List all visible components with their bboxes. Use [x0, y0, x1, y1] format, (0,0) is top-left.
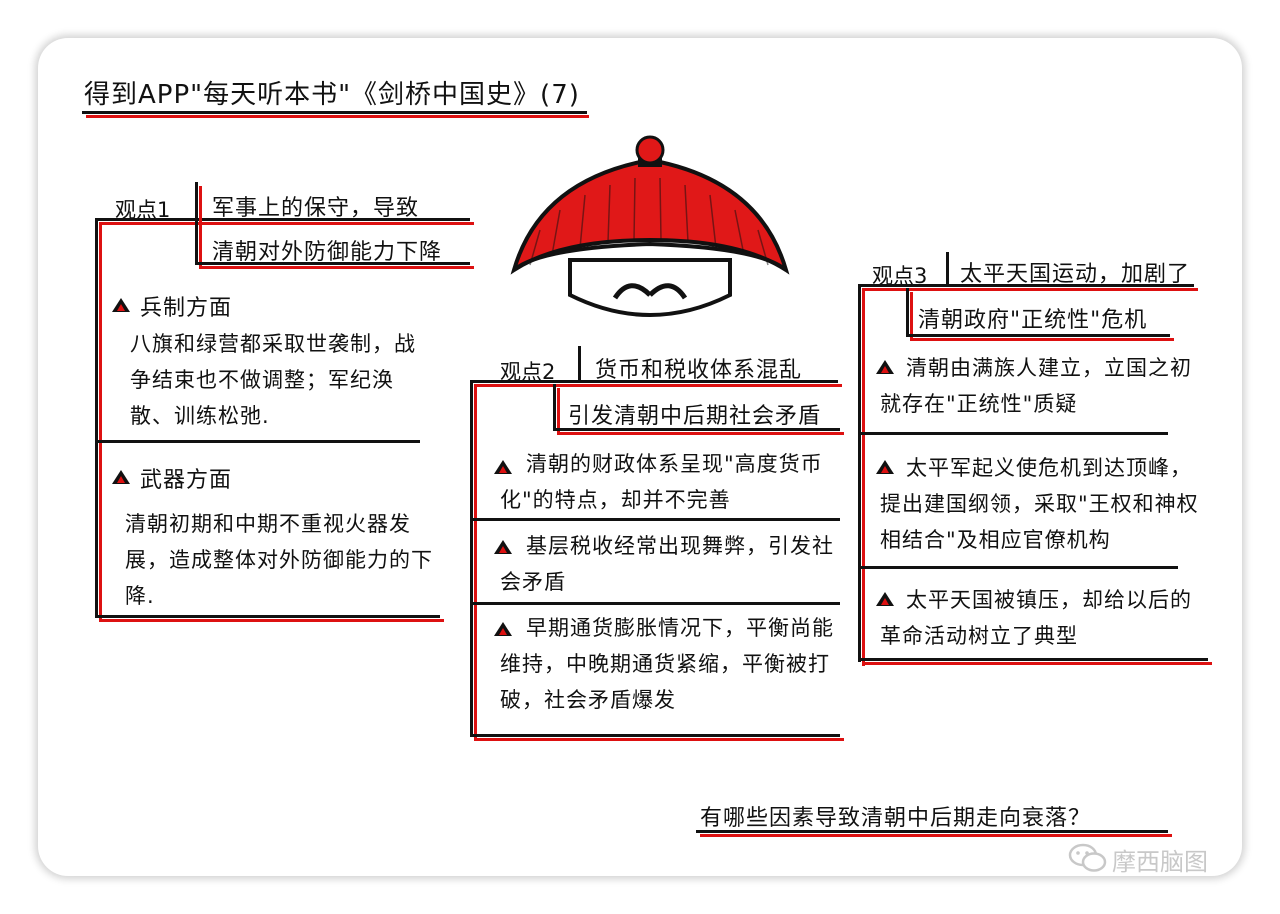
view1-item2-text: 清朝初期和中期不重视火器发展，造成整体对外防御能力的下降. — [125, 512, 433, 608]
page-title: 得到APP"每天听本书"《剑桥中国史》(7) — [84, 80, 580, 110]
view3-item1-text: 清朝由满族人建立，立国之初就存在"正统性"质疑 — [880, 356, 1192, 416]
view2-label-line — [470, 380, 838, 383]
watermark: 摩西脑图 — [1112, 848, 1208, 876]
view3-label-line — [858, 284, 1194, 287]
view1-heading-divider — [195, 182, 198, 264]
view2-heading-line2: 引发清朝中后期社会矛盾 — [568, 404, 822, 429]
view1-heading-line-red — [199, 266, 474, 269]
view3-label-divider — [946, 252, 949, 286]
view2-item3-text: 早期通货膨胀情况下，平衡尚能维持，中晚期通货紧缩，平衡被打破，社会矛盾爆发 — [500, 616, 834, 712]
view3-divider2 — [858, 566, 1178, 569]
view2-heading-line — [553, 428, 840, 431]
view2-heading-divider — [553, 384, 556, 430]
view2-heading-line-red — [557, 432, 844, 435]
view1-item1-title: 兵制方面 — [140, 296, 233, 321]
view3-frame-left — [858, 284, 861, 662]
view2-item2-text: 基层税收经常出现舞弊，引发社会矛盾 — [500, 534, 834, 594]
view1-frame-left-red — [99, 222, 102, 622]
view3-frame-bottom — [858, 658, 1208, 661]
triangle-bullet-icon — [112, 470, 130, 484]
view1-divider — [95, 440, 420, 443]
footer-underline-red — [700, 834, 1172, 837]
view1-label-line — [95, 218, 470, 221]
title-underline — [82, 111, 587, 114]
view3-item2-text: 太平军起义使危机到达顶峰，提出建国纲领，采取"王权和神权相结合"及相应官僚机构 — [880, 456, 1199, 552]
title-underline-red — [86, 115, 589, 118]
view1-label-line-red — [99, 222, 474, 225]
view3-heading-line-red — [910, 338, 1174, 341]
view2-frame-bottom — [470, 734, 840, 737]
view3-divider1 — [858, 432, 1168, 435]
view2-item1-text: 清朝的财政体系呈现"高度货币化"的特点，却并不完善 — [500, 452, 823, 512]
view1-frame-bottom-red — [99, 619, 444, 622]
view3-label-line-red — [862, 288, 1198, 291]
view2-label-line-red — [474, 384, 842, 387]
view2-label-divider — [578, 346, 581, 382]
view3-heading-divider-red — [910, 292, 913, 340]
view1-item1-text: 八旗和绿营都采取世袭制，战争结束也不做调整；军纪涣散、训练松弛. — [130, 332, 416, 428]
footer-question: 有哪些因素导致清朝中后期走向衰落？ — [700, 806, 1092, 831]
wechat-icon — [1068, 843, 1107, 872]
view3-item3-text: 太平天国被镇压，却给以后的革命活动树立了典型 — [880, 588, 1192, 648]
view3-heading-divider — [906, 288, 909, 336]
triangle-bullet-icon — [112, 298, 130, 312]
view2-frame-left — [470, 380, 473, 737]
view2-divider1 — [470, 518, 840, 521]
view2-frame-bottom-red — [474, 738, 844, 741]
view1-item2-title: 武器方面 — [140, 468, 233, 493]
view2-divider2 — [470, 602, 840, 605]
view3-frame-left-red — [862, 288, 865, 666]
qing-hat-icon — [510, 135, 790, 317]
view3-frame-bottom-red — [862, 662, 1212, 665]
view1-frame-left — [95, 218, 98, 618]
view2-frame-left-red — [474, 384, 477, 741]
view3-heading-line — [906, 334, 1170, 337]
view3-heading-line2: 清朝政府"正统性"危机 — [918, 308, 1148, 333]
view1-heading-divider-red — [199, 186, 202, 268]
view1-frame-bottom — [95, 615, 440, 618]
view1-heading-line — [195, 262, 470, 265]
footer-underline — [696, 830, 1168, 833]
